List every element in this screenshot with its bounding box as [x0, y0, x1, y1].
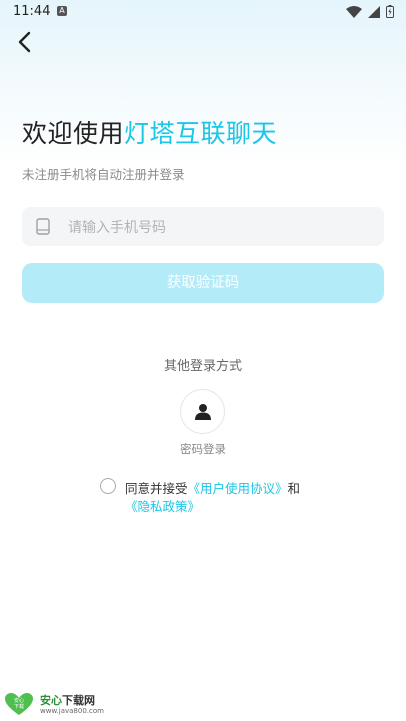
watermark-logo-top: 安心: [14, 697, 24, 704]
notification-icon: A: [57, 6, 67, 16]
back-arrow-icon: [18, 31, 31, 53]
password-login-label: 密码登录: [180, 442, 226, 456]
privacy-policy-link[interactable]: 《隐私政策》: [125, 499, 200, 514]
title-app-name: 灯塔互联聊天: [124, 119, 278, 148]
agreement-text: 同意并接受《用户使用协议》和: [125, 478, 300, 497]
watermark-logo-bottom: 下载: [14, 703, 24, 710]
watermark-title-suffix: 下载网: [62, 694, 95, 707]
user-agreement-link[interactable]: 《用户使用协议》: [188, 481, 288, 496]
watermark-url: www.java800.com: [40, 707, 104, 715]
signal-icon: [368, 5, 380, 18]
agreement-text-line2: 《隐私政策》: [125, 496, 200, 515]
watermark-title: 安心下载网: [40, 692, 95, 708]
watermark-title-main: 安心: [40, 694, 62, 707]
watermark: 安心 下载 安心下载网 www.java800.com: [4, 690, 114, 718]
battery-icon: [386, 5, 394, 18]
agreement-conjunction: 和: [287, 481, 301, 496]
page-title: 欢迎使用灯塔互联聊天: [22, 114, 277, 150]
status-bar: 11:44 A: [0, 0, 406, 24]
watermark-logo: 安心 下载: [5, 693, 33, 715]
status-icons: [346, 5, 394, 18]
other-login-title: 其他登录方式: [163, 359, 242, 374]
password-login-button[interactable]: [180, 389, 225, 434]
title-prefix: 欢迎使用: [22, 119, 125, 148]
get-code-button[interactable]: 获取验证码: [22, 263, 384, 303]
wifi-icon: [346, 5, 362, 18]
phone-field[interactable]: [22, 207, 384, 248]
agreement-checkbox[interactable]: [100, 478, 116, 494]
page-subtitle: 未注册手机将自动注册并登录: [22, 167, 185, 182]
agreement-prefix: 同意并接受: [125, 481, 188, 496]
user-icon: [195, 404, 211, 420]
phone-input[interactable]: [66, 207, 370, 248]
back-button[interactable]: [14, 28, 38, 56]
phone-icon: [36, 218, 50, 235]
status-time: 11:44: [13, 4, 51, 19]
